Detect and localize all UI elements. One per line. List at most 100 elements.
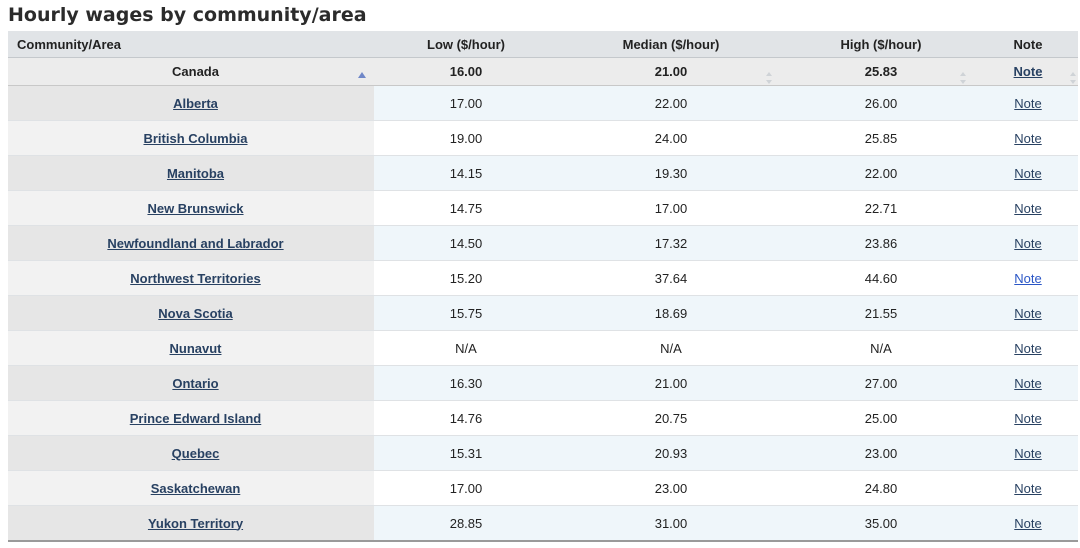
table-row: Quebec 15.31 20.93 23.00 Note <box>8 435 1078 471</box>
table-row: Nunavut N/A N/A N/A Note <box>8 330 1078 366</box>
table-row: Manitoba 14.15 19.30 22.00 Note <box>8 155 1078 191</box>
header-low[interactable]: Low ($/hour) <box>374 31 558 58</box>
area-link-manitoba[interactable]: Manitoba <box>167 166 224 181</box>
low-cell: 14.75 <box>374 190 558 226</box>
high-cell: 35.00 <box>784 505 978 542</box>
note-link[interactable]: Note <box>1014 516 1041 531</box>
median-cell: 24.00 <box>558 120 784 156</box>
wages-table: Community/Area Low ($/hour) Median ($/ho… <box>8 31 1078 542</box>
table-body: Alberta 17.00 22.00 26.00 Note British C… <box>8 85 1078 542</box>
low-cell: 17.00 <box>374 470 558 506</box>
table-row: Prince Edward Island 14.76 20.75 25.00 N… <box>8 400 1078 436</box>
table-row: Alberta 17.00 22.00 26.00 Note <box>8 85 1078 121</box>
sort-unsorted-icon[interactable] <box>766 72 774 84</box>
table-row: Ontario 16.30 21.00 27.00 Note <box>8 365 1078 401</box>
area-link-ontario[interactable]: Ontario <box>172 376 218 391</box>
area-link-british-columbia[interactable]: British Columbia <box>143 131 247 146</box>
area-link-new-brunswick[interactable]: New Brunswick <box>147 201 243 216</box>
summary-median-cell[interactable]: 21.00 <box>558 57 784 86</box>
table-row: British Columbia 19.00 24.00 25.85 Note <box>8 120 1078 156</box>
table-row: New Brunswick 14.75 17.00 22.71 Note <box>8 190 1078 226</box>
low-cell: N/A <box>374 330 558 366</box>
area-link-northwest-territories[interactable]: Northwest Territories <box>130 271 261 286</box>
note-link[interactable]: Note <box>1014 166 1041 181</box>
table-row: Nova Scotia 15.75 18.69 21.55 Note <box>8 295 1078 331</box>
median-cell: 21.00 <box>558 365 784 401</box>
summary-note-cell: Note <box>978 57 1078 86</box>
note-link[interactable]: Note <box>1014 306 1041 321</box>
high-cell: 22.00 <box>784 155 978 191</box>
note-link[interactable]: Note <box>1014 481 1041 496</box>
median-cell: 22.00 <box>558 85 784 121</box>
area-link-saskatchewan[interactable]: Saskatchewan <box>151 481 241 496</box>
low-cell: 14.76 <box>374 400 558 436</box>
note-link[interactable]: Note <box>1014 236 1041 251</box>
area-link-prince-edward-island[interactable]: Prince Edward Island <box>130 411 262 426</box>
median-cell: 20.75 <box>558 400 784 436</box>
high-cell: 44.60 <box>784 260 978 296</box>
sort-unsorted-icon[interactable] <box>1070 72 1078 84</box>
note-link[interactable]: Note <box>1014 376 1041 391</box>
median-cell: 37.64 <box>558 260 784 296</box>
median-cell: 23.00 <box>558 470 784 506</box>
low-cell: 28.85 <box>374 505 558 542</box>
low-cell: 14.15 <box>374 155 558 191</box>
median-cell: 17.00 <box>558 190 784 226</box>
low-cell: 16.30 <box>374 365 558 401</box>
header-community-area[interactable]: Community/Area <box>8 31 374 58</box>
low-cell: 19.00 <box>374 120 558 156</box>
area-link-yukon-territory[interactable]: Yukon Territory <box>148 516 243 531</box>
median-cell: N/A <box>558 330 784 366</box>
summary-high-cell[interactable]: 25.83 <box>784 57 978 86</box>
median-cell: 19.30 <box>558 155 784 191</box>
table-row: Northwest Territories 15.20 37.64 44.60 … <box>8 260 1078 296</box>
note-link[interactable]: Note <box>1014 341 1041 356</box>
high-cell: 21.55 <box>784 295 978 331</box>
low-cell: 15.31 <box>374 435 558 471</box>
sort-unsorted-icon[interactable] <box>960 72 968 84</box>
table-row: Newfoundland and Labrador 14.50 17.32 23… <box>8 225 1078 261</box>
low-cell: 17.00 <box>374 85 558 121</box>
median-cell: 20.93 <box>558 435 784 471</box>
high-cell: 22.71 <box>784 190 978 226</box>
summary-area-label: Canada <box>172 64 219 79</box>
note-link[interactable]: Note <box>1014 446 1041 461</box>
page-title: Hourly wages by community/area <box>8 4 367 26</box>
high-cell: N/A <box>784 330 978 366</box>
note-link[interactable]: Note <box>1014 96 1041 111</box>
median-cell: 31.00 <box>558 505 784 542</box>
note-link[interactable]: Note <box>1014 131 1041 146</box>
sort-ascending-icon[interactable] <box>358 72 366 78</box>
note-link[interactable]: Note <box>1014 64 1043 79</box>
high-cell: 27.00 <box>784 365 978 401</box>
note-link[interactable]: Note <box>1014 271 1041 286</box>
low-cell: 15.75 <box>374 295 558 331</box>
low-cell: 15.20 <box>374 260 558 296</box>
high-cell: 23.00 <box>784 435 978 471</box>
summary-row-canada: Canada 16.00 21.00 25.83 Note <box>8 57 1078 86</box>
summary-low-cell: 16.00 <box>374 57 558 86</box>
median-cell: 18.69 <box>558 295 784 331</box>
summary-high-value: 25.83 <box>864 64 898 79</box>
high-cell: 26.00 <box>784 85 978 121</box>
note-link[interactable]: Note <box>1014 411 1041 426</box>
high-cell: 25.00 <box>784 400 978 436</box>
header-high[interactable]: High ($/hour) <box>784 31 978 58</box>
median-cell: 17.32 <box>558 225 784 261</box>
summary-median-value: 21.00 <box>654 64 688 79</box>
area-link-newfoundland-and-labrador[interactable]: Newfoundland and Labrador <box>107 236 283 251</box>
area-link-nova-scotia[interactable]: Nova Scotia <box>158 306 232 321</box>
header-median[interactable]: Median ($/hour) <box>558 31 784 58</box>
low-cell: 14.50 <box>374 225 558 261</box>
table-row: Saskatchewan 17.00 23.00 24.80 Note <box>8 470 1078 506</box>
high-cell: 23.86 <box>784 225 978 261</box>
high-cell: 25.85 <box>784 120 978 156</box>
area-link-alberta[interactable]: Alberta <box>173 96 218 111</box>
area-link-nunavut[interactable]: Nunavut <box>170 341 222 356</box>
table-header-row: Community/Area Low ($/hour) Median ($/ho… <box>8 31 1078 58</box>
header-note: Note <box>978 31 1078 58</box>
note-link[interactable]: Note <box>1014 201 1041 216</box>
summary-area-cell[interactable]: Canada <box>8 57 374 86</box>
area-link-quebec[interactable]: Quebec <box>172 446 220 461</box>
high-cell: 24.80 <box>784 470 978 506</box>
